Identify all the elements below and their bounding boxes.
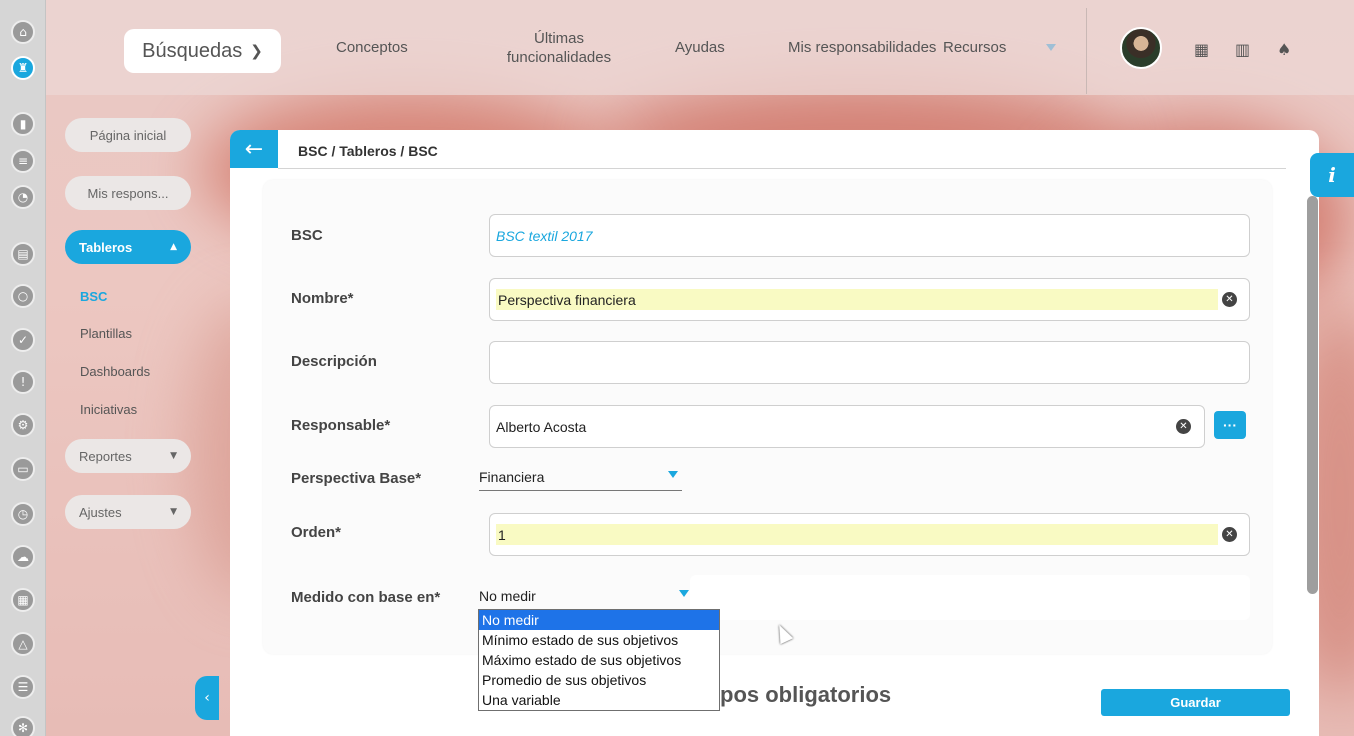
clear-icon[interactable]: ✕ (1222, 292, 1237, 307)
clear-icon[interactable]: ✕ (1222, 527, 1237, 542)
chevron-left-icon: ‹ (204, 690, 210, 706)
network-icon[interactable]: △ (11, 632, 35, 656)
collapse-sidebar-button[interactable]: ‹ (195, 676, 219, 720)
header-divider (278, 168, 1286, 169)
dropdown-option[interactable]: Máximo estado de sus objetivos (479, 650, 719, 670)
rook-icon[interactable]: ♜ (11, 56, 35, 80)
pill-reportes[interactable]: Reportes ▼ (65, 439, 191, 473)
clock-icon[interactable]: ◷ (11, 502, 35, 526)
chevron-down-icon: ▼ (170, 507, 177, 517)
medido-row-bg (690, 575, 1250, 620)
sidebar-item-bsc[interactable]: BSC (80, 289, 107, 304)
medido-select[interactable]: No medir (479, 584, 709, 610)
avatar[interactable] (1120, 27, 1162, 69)
gear-icon[interactable]: ✻ (11, 716, 35, 736)
sidebar-item-iniciativas[interactable]: Iniciativas (80, 402, 137, 417)
nav-ultimas-funcionalidades[interactable]: Últimas funcionalidades (494, 0, 624, 95)
tableros-label: Tableros (79, 239, 133, 255)
calendar-icon[interactable]: ▦ (1194, 40, 1209, 59)
responsable-label: Responsable* (291, 417, 391, 434)
nav-conceptos[interactable]: Conceptos (336, 0, 408, 95)
check-icon[interactable]: ✓ (11, 328, 35, 352)
pill-mis-respons[interactable]: Mis respons... (65, 176, 191, 210)
align-icon[interactable]: ≡ (11, 149, 35, 173)
chevron-up-icon: ▲ (170, 242, 177, 252)
scrollbar[interactable] (1307, 196, 1318, 594)
pill-tableros[interactable]: Tableros ▲ (65, 230, 191, 264)
save-button[interactable]: Guardar (1101, 689, 1290, 716)
medido-dropdown: No medir Mínimo estado de sus objetivos … (478, 609, 720, 711)
back-button[interactable]: ← (230, 130, 278, 168)
pie-chart-icon[interactable]: ◔ (11, 185, 35, 209)
nav-ayudas[interactable]: Ayudas (675, 0, 725, 95)
recursos-caret-icon[interactable] (1046, 44, 1056, 51)
responsable-input[interactable]: Alberto Acosta (489, 405, 1205, 448)
list-icon[interactable]: ☰ (11, 675, 35, 699)
required-fields-note: pos obligatorios (720, 682, 892, 707)
ajustes-label: Ajustes (79, 504, 122, 520)
caret-down-icon (668, 471, 678, 478)
nav-recursos[interactable]: Recursos (943, 0, 1006, 95)
orden-input[interactable]: 1 (489, 513, 1250, 556)
medido-label: Medido con base en* (291, 589, 441, 606)
info-button[interactable]: i (1310, 153, 1354, 197)
chevron-down-icon: ▼ (170, 451, 177, 461)
dropdown-option[interactable]: No medir (479, 610, 719, 630)
document-icon[interactable]: ▤ (11, 242, 35, 266)
dropdown-option[interactable]: Una variable (479, 690, 719, 710)
chevron-down-icon: ❯ (250, 42, 263, 60)
descripcion-input[interactable] (489, 341, 1250, 384)
icon-rail: ⌂ ♜ ▮ ≡ ◔ ▤ ○ ✓ ! ⚙ ▭ ◷ ☁ ▦ △ ☰ ✻ (0, 0, 46, 736)
topbar-divider (1086, 8, 1087, 94)
bell-icon[interactable]: ♠ (1277, 40, 1291, 59)
calendar-icon[interactable]: ▦ (11, 588, 35, 612)
reportes-label: Reportes (79, 448, 132, 464)
nombre-label: Nombre* (291, 290, 354, 307)
sidebar-item-dashboards[interactable]: Dashboards (80, 364, 150, 379)
perspectiva-label: Perspectiva Base* (291, 470, 422, 487)
presentation-icon[interactable]: ▭ (11, 457, 35, 481)
home-icon[interactable]: ⌂ (11, 20, 35, 44)
perspectiva-select[interactable]: Financiera (479, 465, 682, 491)
nombre-value: Perspectiva financiera (496, 289, 1218, 310)
arrow-left-icon: ← (244, 136, 264, 162)
dropdown-option[interactable]: Mínimo estado de sus objetivos (479, 630, 719, 650)
book-icon[interactable]: ▥ (1235, 40, 1250, 59)
medido-value: No medir (479, 588, 536, 604)
pill-ajustes[interactable]: Ajustes ▼ (65, 495, 191, 529)
process-icon[interactable]: ⚙ (11, 413, 35, 437)
nav-mis-responsabilidades[interactable]: Mis responsabilidades (788, 0, 938, 95)
orden-label: Orden* (291, 524, 342, 541)
bsc-field: BSC textil 2017 (489, 214, 1250, 257)
clear-icon[interactable]: ✕ (1176, 419, 1191, 434)
caret-down-icon (679, 590, 689, 597)
dropdown-option[interactable]: Promedio de sus objetivos (479, 670, 719, 690)
search-button[interactable]: Búsquedas ❯ (124, 29, 281, 73)
descripcion-label: Descripción (291, 353, 377, 370)
top-bar: Búsquedas ❯ Conceptos Últimas funcionali… (46, 0, 1354, 95)
circle-icon[interactable]: ○ (11, 284, 35, 308)
pill-pagina-inicial[interactable]: Página inicial (65, 118, 191, 152)
bar-chart-icon[interactable]: ▮ (11, 112, 35, 136)
cloud-icon[interactable]: ☁ (11, 545, 35, 569)
nombre-input[interactable]: Perspectiva financiera (489, 278, 1250, 321)
sidebar-item-plantillas[interactable]: Plantillas (80, 326, 132, 341)
orden-value: 1 (496, 524, 1218, 545)
select-responsable-button[interactable]: ··· (1214, 411, 1246, 439)
bsc-label: BSC (291, 227, 323, 244)
warning-icon[interactable]: ! (11, 370, 35, 394)
breadcrumb: BSC / Tableros / BSC (298, 143, 438, 159)
perspectiva-value: Financiera (479, 469, 545, 485)
search-label: Búsquedas (142, 39, 243, 62)
